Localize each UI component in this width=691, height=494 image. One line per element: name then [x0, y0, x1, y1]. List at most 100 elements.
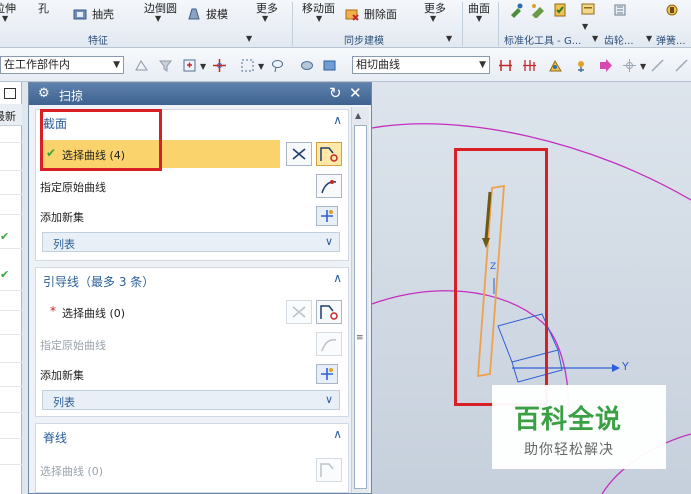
lasso-icon[interactable]	[270, 58, 285, 73]
y-axis-arrow-icon	[612, 364, 620, 372]
path-curve-icon[interactable]	[574, 58, 589, 73]
chevron-down-icon[interactable]: ▼	[155, 14, 161, 23]
chevron-down-icon[interactable]: ▼	[582, 22, 588, 31]
dialog-scrollbar[interactable]: ▲ ≡	[351, 107, 369, 493]
filter-icon[interactable]	[158, 58, 173, 73]
scroll-up-icon[interactable]: ▲	[355, 111, 361, 120]
stop-at-intersection-icon[interactable]	[498, 58, 513, 73]
section-guides-header[interactable]: 引导线（最多 3 条） ∧	[36, 268, 348, 292]
section-spine-header[interactable]: 脊线 ∧	[36, 424, 348, 448]
specify-origin-button[interactable]	[316, 174, 342, 198]
spine-select-curve-label: 选择曲线 (0)	[40, 465, 104, 478]
selection-scope-dropdown[interactable]: 在工作部件内 ▼	[0, 56, 124, 74]
hole-label: 孔	[38, 2, 49, 15]
navigator-row-line	[0, 362, 22, 363]
solid-filter-icon[interactable]	[300, 58, 315, 73]
reset-icon[interactable]: ↻	[329, 84, 342, 102]
chevron-down-icon[interactable]: ▼	[476, 14, 482, 23]
chevron-down-icon[interactable]: ▼	[640, 62, 646, 71]
profile-add-set-label: 添加新集	[40, 211, 84, 224]
check-icon: ✔	[0, 230, 10, 243]
marquee-select-icon[interactable]	[240, 58, 255, 73]
ribbon: 拉伸 ▼ 孔 抽壳 边倒圆 ▼ 拔模 更多 ▼ 移动面 ▼ 删除面 更多 ▼ 曲…	[0, 0, 691, 48]
curve-rule-dropdown[interactable]: 相切曲线 ▼	[352, 56, 490, 74]
add-new-set-button[interactable]	[316, 206, 338, 226]
gear-tool-icon[interactable]	[612, 2, 628, 18]
close-icon[interactable]: ✕	[349, 84, 362, 102]
navigator-row-line	[0, 464, 22, 465]
chevron-down-icon[interactable]: ▼	[646, 34, 652, 43]
chevron-down-icon[interactable]: ▼	[430, 14, 436, 23]
profile-specify-origin-row: 指定原始曲线	[36, 172, 348, 200]
gc-tool-icon[interactable]	[530, 2, 546, 18]
check-icon: ✔	[0, 268, 10, 281]
hole-button[interactable]: 孔	[38, 0, 49, 16]
follow-fillet-icon[interactable]	[522, 58, 537, 73]
guides-select-curve-button[interactable]	[316, 300, 342, 324]
spring-tool-icon[interactable]	[664, 2, 680, 18]
watermark-title: 百科全说	[514, 405, 623, 435]
chevron-down-icon[interactable]: ▼	[262, 14, 268, 23]
crosshair-icon[interactable]	[212, 58, 227, 73]
gear-icon[interactable]: ⚙	[38, 86, 50, 101]
spine-select-curve-button[interactable]	[316, 458, 342, 482]
snap-point-icon[interactable]	[134, 58, 149, 73]
select-curve-button[interactable]	[316, 142, 342, 166]
part-navigator-strip: 最新 ✔ ✔	[0, 82, 22, 494]
maximize-icon[interactable]	[4, 88, 16, 99]
chevron-down-icon[interactable]: ▼	[258, 62, 264, 71]
curve-rule-icon[interactable]	[286, 142, 312, 166]
navigator-row-line	[0, 310, 22, 311]
line-snap-icon[interactable]	[650, 58, 665, 73]
chevron-up-icon[interactable]: ∧	[333, 113, 342, 127]
dialog-title-bar[interactable]: ⚙ 扫掠 ↻ ✕	[29, 83, 371, 105]
chevron-up-icon[interactable]: ∧	[333, 427, 342, 441]
spine-select-curve-row[interactable]: 选择曲线 (0)	[36, 456, 348, 484]
curve-rule-icon-disabled[interactable]	[286, 300, 312, 324]
section-spine-title: 脊线	[43, 431, 68, 445]
chevron-down-icon[interactable]: ▼	[316, 14, 322, 23]
chevron-down-icon[interactable]: ▼	[592, 34, 598, 43]
group-label-spring: 弹簧...	[656, 36, 686, 47]
chevron-down-icon[interactable]: ▼	[200, 62, 206, 71]
shell-button[interactable]: 抽壳	[72, 6, 114, 22]
origin-curve-icon	[321, 180, 337, 194]
gc-check-icon[interactable]	[552, 2, 568, 18]
chevron-down-icon[interactable]: ▼	[446, 34, 452, 43]
guides-add-new-set-button[interactable]	[316, 364, 338, 384]
chevron-down-icon[interactable]: ▼	[2, 14, 8, 23]
add-set-icon	[321, 210, 333, 222]
guides-specify-origin-button[interactable]	[316, 332, 342, 356]
delete-face-button[interactable]: 删除面	[344, 6, 397, 22]
y-axis-label: Y	[622, 360, 629, 373]
section-curve-icon	[320, 463, 334, 477]
annotation-box-profile	[40, 109, 162, 171]
chevron-up-icon[interactable]: ∧	[333, 271, 342, 285]
section-curve-icon	[320, 147, 338, 162]
navigator-column-header[interactable]: 最新	[0, 104, 22, 126]
shell-label: 抽壳	[92, 8, 114, 21]
draft-icon	[188, 8, 200, 20]
annotation-box-section	[454, 148, 548, 406]
scrollbar-thumb[interactable]	[354, 125, 367, 489]
arrow-right-icon[interactable]	[598, 58, 613, 73]
grip-icon: ≡	[356, 333, 364, 343]
guides-add-set-label: 添加新集	[40, 369, 84, 382]
line-snap-icon-2[interactable]	[674, 58, 689, 73]
gc-toolkit-icon[interactable]	[508, 2, 524, 18]
select-all-icon[interactable]	[182, 58, 197, 73]
guides-list-toggle[interactable]: 列表 ∨	[42, 390, 340, 410]
snap-cross-icon[interactable]	[622, 58, 637, 73]
draft-button[interactable]: 拔模	[186, 6, 228, 22]
section-spine: 脊线 ∧ 选择曲线 (0)	[35, 423, 349, 493]
guides-list-label: 列表	[53, 396, 75, 409]
body-filter-icon[interactable]	[322, 58, 337, 73]
navigator-row-line	[0, 142, 22, 143]
draft-label: 拔模	[206, 8, 228, 21]
gc-doc-icon[interactable]	[580, 2, 596, 18]
profile-add-set-row: 添加新集	[36, 202, 348, 230]
section-curve-icon	[320, 305, 338, 320]
profile-list-toggle[interactable]: 列表 ∨	[42, 232, 340, 252]
feature-curve-icon[interactable]	[548, 58, 563, 73]
chevron-down-icon[interactable]: ▼	[246, 34, 252, 43]
